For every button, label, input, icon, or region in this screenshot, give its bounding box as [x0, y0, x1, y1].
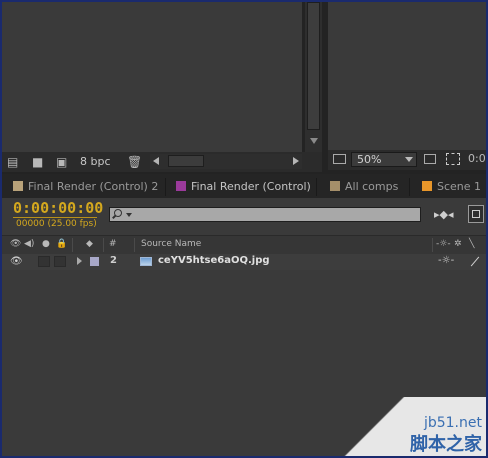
video-switch-eye-icon[interactable]: 👁: [10, 239, 21, 250]
layer-search-input[interactable]: [109, 207, 421, 222]
layer-row[interactable]: 👁 2 ceYV5htse6aOQ.jpg -☼-: [2, 254, 486, 270]
zoom-value: 50%: [357, 153, 382, 166]
new-folder-icon[interactable]: ■: [32, 156, 43, 168]
viewer-toolbar: 50% 0:0: [328, 150, 486, 170]
watermark-brand: 脚本之家: [410, 434, 482, 455]
watermark-site: jb51.net: [423, 415, 482, 431]
scrollbar-thumb[interactable]: [168, 155, 204, 167]
layer-lock-toggle[interactable]: [54, 256, 66, 267]
tab-label: Scene 1: [437, 180, 482, 193]
graph-editor-button[interactable]: [468, 205, 484, 223]
shy-switch-icon[interactable]: -☼-: [436, 239, 451, 250]
chevron-down-icon: [405, 157, 413, 162]
tab-label: Final Render (Control): [191, 180, 311, 193]
resolution-icon[interactable]: [424, 154, 436, 164]
tab-color-swatch: [422, 181, 432, 191]
source-name-header[interactable]: Source Name: [141, 239, 201, 250]
layer-shy-switch-icon[interactable]: -☼-: [438, 255, 454, 266]
tab-all-comps[interactable]: All comps: [330, 179, 398, 195]
tab-color-swatch: [176, 181, 186, 191]
column-divider: [72, 238, 73, 252]
tab-final-render-control[interactable]: Final Render (Control): [176, 179, 311, 195]
frame-count-display: 00000 (25.00 fps): [16, 219, 97, 229]
interpret-footage-icon[interactable]: ▤: [7, 156, 18, 168]
timecode-underline: [13, 217, 97, 218]
layer-number-header[interactable]: #: [109, 239, 117, 250]
project-vertical-scrollbar[interactable]: [305, 2, 322, 152]
tab-divider: [409, 178, 410, 196]
app-window: ▤ ■ ▣ 8 bpc 🗑 50% 0:0 Final Render (Cont…: [2, 2, 486, 456]
column-divider: [134, 238, 135, 252]
tab-scene-1[interactable]: Scene 1: [422, 179, 481, 195]
tab-final-render-control-2[interactable]: Final Render (Control) 2: [13, 179, 158, 195]
region-of-interest-icon[interactable]: [446, 153, 460, 165]
scrollbar-thumb[interactable]: [307, 2, 320, 130]
collapse-switch-icon[interactable]: ✲: [454, 239, 462, 250]
composition-mini-flowchart-icon[interactable]: ▸◆◂: [434, 208, 454, 221]
layer-column-headers: 👁 ◀) ● 🔒 ◆ # Source Name -☼- ✲ ╲: [2, 235, 486, 255]
lock-icon[interactable]: 🔒: [56, 239, 67, 250]
tab-divider: [316, 178, 317, 196]
new-composition-icon[interactable]: ▣: [56, 156, 67, 168]
column-divider: [103, 238, 104, 252]
scroll-right-arrow-icon[interactable]: [293, 157, 299, 165]
solo-dot-icon[interactable]: ●: [42, 239, 50, 250]
layer-source-name[interactable]: ceYV5htse6aOQ.jpg: [158, 255, 270, 266]
expand-arrow-icon[interactable]: [77, 257, 82, 265]
layer-visibility-eye-icon[interactable]: 👁: [10, 256, 23, 267]
scroll-left-arrow-icon[interactable]: [153, 157, 159, 165]
project-panel: [2, 2, 302, 152]
watermark: jb51.net 脚本之家: [342, 397, 486, 456]
trash-icon[interactable]: 🗑: [127, 156, 142, 168]
layer-solo-toggle[interactable]: [38, 256, 50, 267]
tab-color-swatch: [13, 181, 23, 191]
viewer-timecode[interactable]: 0:0: [468, 152, 486, 165]
quality-switch-icon[interactable]: ╲: [469, 239, 474, 250]
layer-number: 2: [110, 255, 117, 266]
scroll-down-arrow-icon[interactable]: [310, 138, 318, 144]
label-tag-icon[interactable]: ◆: [86, 239, 93, 250]
project-horizontal-scrollbar[interactable]: [150, 154, 302, 169]
chevron-down-icon[interactable]: [126, 213, 132, 217]
tab-divider: [165, 178, 166, 196]
composition-viewer: [328, 2, 486, 150]
zoom-select[interactable]: 50%: [351, 152, 417, 167]
tab-color-swatch: [330, 181, 340, 191]
search-icon: [114, 209, 122, 217]
timeline-tabs: Final Render (Control) 2 Final Render (C…: [2, 174, 486, 198]
column-divider: [432, 238, 433, 252]
snapshot-icon[interactable]: [333, 154, 346, 164]
audio-speaker-icon[interactable]: ◀): [24, 239, 34, 250]
layer-label-color[interactable]: [90, 257, 99, 266]
timeline-header: 0:00:00:00 00000 (25.00 fps) ▸◆◂: [2, 198, 486, 234]
current-time-display[interactable]: 0:00:00:00: [13, 199, 103, 217]
layer-quality-switch-icon[interactable]: [470, 256, 480, 267]
image-file-icon: [140, 257, 152, 266]
tab-label: Final Render (Control) 2: [28, 180, 159, 193]
tab-label: All comps: [345, 180, 399, 193]
bit-depth-label[interactable]: 8 bpc: [80, 155, 111, 168]
